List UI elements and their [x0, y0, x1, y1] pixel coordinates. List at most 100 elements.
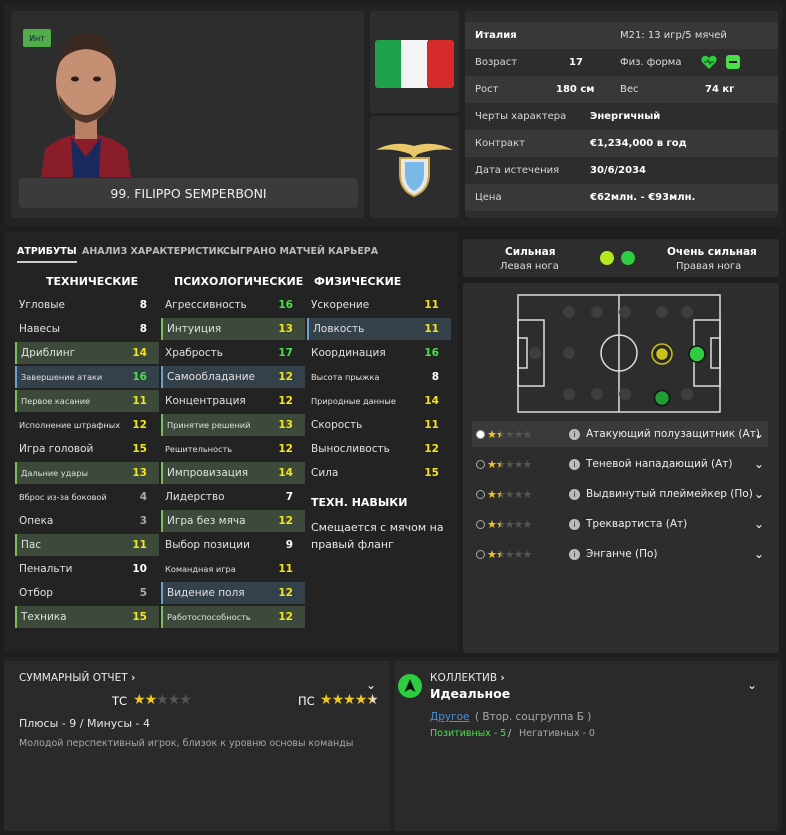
- attribute-row[interactable]: Интуиция 13: [161, 318, 305, 340]
- attribute-row[interactable]: Дальние удары 13: [15, 462, 159, 484]
- attribute-row[interactable]: Завершение атаки 16: [15, 366, 159, 388]
- attribute-row[interactable]: Техника 15: [15, 606, 159, 628]
- attribute-row[interactable]: Выбор позиции 9: [161, 534, 305, 556]
- attribute-row[interactable]: Ловкость 11: [307, 318, 451, 340]
- attribute-row[interactable]: Высота прыжка 8: [307, 366, 451, 388]
- role-radio[interactable]: [476, 489, 485, 499]
- attribute-row[interactable]: Принятие решений 13: [161, 414, 305, 436]
- attribute-row[interactable]: Лидерство 7: [161, 486, 305, 508]
- tab-attributes[interactable]: АТРИБУТЫ: [17, 246, 77, 263]
- info-icon[interactable]: i: [569, 518, 580, 530]
- attribute-name: Отбор: [19, 587, 53, 599]
- attribute-row[interactable]: Ускорение 11: [307, 294, 451, 316]
- role-radio[interactable]: [476, 549, 485, 559]
- tab-analysis[interactable]: АНАЛИЗ ХАРАКТЕРИСТИК: [82, 246, 224, 257]
- attribute-row[interactable]: Сила 15: [307, 462, 451, 484]
- price-label: Цена: [475, 192, 502, 203]
- attribute-value: 4: [139, 491, 147, 503]
- attribute-name: Опека: [19, 515, 54, 527]
- lazio-crest-icon: [376, 143, 453, 198]
- summary-title[interactable]: СУММАРНЫЙ ОТЧЕТ ›: [19, 672, 135, 684]
- attribute-name: Дриблинг: [21, 347, 76, 359]
- role-radio[interactable]: [476, 459, 485, 469]
- attribute-row[interactable]: Скорость 11: [307, 414, 451, 436]
- attribute-row[interactable]: Пас 11: [15, 534, 159, 556]
- role-row[interactable]: ★★★★★ i Треквартиста (Ат) ⌄: [472, 511, 768, 537]
- attribute-value: 12: [132, 419, 147, 431]
- attribute-row[interactable]: Навесы 8: [15, 318, 159, 340]
- player-name[interactable]: 99. FILIPPO SEMPERBONI: [19, 178, 358, 208]
- attribute-row[interactable]: Природные данные 14: [307, 390, 451, 412]
- attribute-row[interactable]: Командная игра 11: [161, 558, 305, 580]
- chevron-down-icon[interactable]: ⌄: [754, 487, 764, 501]
- attribute-name: Ускорение: [311, 299, 370, 311]
- attribute-row[interactable]: Отбор 5: [15, 582, 159, 604]
- info-icon[interactable]: i: [569, 488, 580, 500]
- attribute-name: Завершение атаки: [21, 372, 103, 382]
- attribute-name: Лидерство: [165, 491, 225, 503]
- tab-career[interactable]: КАРЬЕРА: [328, 246, 378, 257]
- attribute-row[interactable]: Вброс из-за боковой 4: [15, 486, 159, 508]
- role-radio[interactable]: [476, 429, 485, 439]
- role-row[interactable]: ★★★★★ i Атакующий полузащитник (Ат) ⌄: [472, 421, 768, 447]
- attribute-row[interactable]: Храбрость 17: [161, 342, 305, 364]
- attribute-name: Вброс из-за боковой: [19, 492, 107, 502]
- attribute-row[interactable]: Видение поля 12: [161, 582, 305, 604]
- role-radio[interactable]: [476, 519, 485, 529]
- attribute-row[interactable]: Самообладание 12: [161, 366, 305, 388]
- attribute-value: 11: [132, 539, 147, 551]
- role-row[interactable]: ★★★★★ i Теневой нападающий (Ат) ⌄: [472, 451, 768, 477]
- collective-expand-icon[interactable]: ⌄: [747, 678, 757, 692]
- info-icon[interactable]: i: [569, 458, 580, 470]
- left-foot-indicator: [600, 251, 614, 265]
- collective-title[interactable]: КОЛЛЕКТИВ ›: [430, 672, 505, 684]
- preferred-foot-card: Сильная Левая нога Очень сильная Правая …: [463, 239, 779, 277]
- attribute-value: 12: [424, 443, 439, 455]
- nation-flag-card[interactable]: [370, 11, 459, 113]
- pc-label: ПС: [298, 694, 315, 708]
- attribute-row[interactable]: Первое касание 11: [15, 390, 159, 412]
- attribute-row[interactable]: Концентрация 12: [161, 390, 305, 412]
- summary-expand-icon[interactable]: ⌄: [366, 678, 376, 692]
- info-icon[interactable]: i: [569, 548, 580, 560]
- role-stars: ★★★★★: [487, 487, 532, 501]
- attribute-row[interactable]: Дриблинг 14: [15, 342, 159, 364]
- contract-value: €1,234,000 в год: [590, 138, 687, 149]
- expiry-row: Дата истечения 30/6/2034: [465, 157, 778, 184]
- attribute-row[interactable]: Угловые 8: [15, 294, 159, 316]
- role-name: Энганче (По): [586, 548, 658, 560]
- club-crest-card[interactable]: [370, 116, 459, 218]
- attribute-row[interactable]: Исполнение штрафных 12: [15, 414, 159, 436]
- social-group-link[interactable]: Другое: [430, 711, 469, 723]
- attribute-row[interactable]: Импровизация 14: [161, 462, 305, 484]
- attribute-row[interactable]: Опека 3: [15, 510, 159, 532]
- role-row[interactable]: ★★★★★ i Энганче (По) ⌄: [472, 541, 768, 567]
- attribute-row[interactable]: Пенальти 10: [15, 558, 159, 580]
- tc-stars: ★★★★★: [133, 692, 192, 708]
- attribute-value: 12: [278, 395, 293, 407]
- chevron-down-icon[interactable]: ⌄: [754, 547, 764, 561]
- attribute-row[interactable]: Игра без мяча 12: [161, 510, 305, 532]
- attribute-name: Импровизация: [167, 467, 249, 479]
- attribute-name: Пенальти: [19, 563, 73, 575]
- chevron-down-icon[interactable]: ⌄: [754, 457, 764, 471]
- chevron-down-icon[interactable]: ⌄: [754, 427, 764, 441]
- trait-value: Энергичный: [590, 111, 661, 122]
- attribute-name: Навесы: [19, 323, 61, 335]
- role-row[interactable]: ★★★★★ i Выдвинутый плеймейкер (По) ⌄: [472, 481, 768, 507]
- attribute-row[interactable]: Координация 16: [307, 342, 451, 364]
- attribute-value: 7: [285, 491, 293, 503]
- chevron-down-icon[interactable]: ⌄: [754, 517, 764, 531]
- nation-value: Италия: [475, 30, 517, 41]
- attribute-value: 15: [424, 467, 439, 479]
- tab-matches[interactable]: СЫГРАНО МАТЧЕЙ: [223, 246, 325, 257]
- attribute-value: 16: [424, 347, 439, 359]
- contract-row: Контракт €1,234,000 в год: [465, 130, 778, 157]
- attribute-row[interactable]: Агрессивность 16: [161, 294, 305, 316]
- attribute-row[interactable]: Выносливость 12: [307, 438, 451, 460]
- attribute-row[interactable]: Работоспособность 12: [161, 606, 305, 628]
- attribute-value: 11: [278, 563, 293, 575]
- attribute-row[interactable]: Решительность 12: [161, 438, 305, 460]
- attribute-row[interactable]: Игра головой 15: [15, 438, 159, 460]
- info-icon[interactable]: i: [569, 428, 580, 440]
